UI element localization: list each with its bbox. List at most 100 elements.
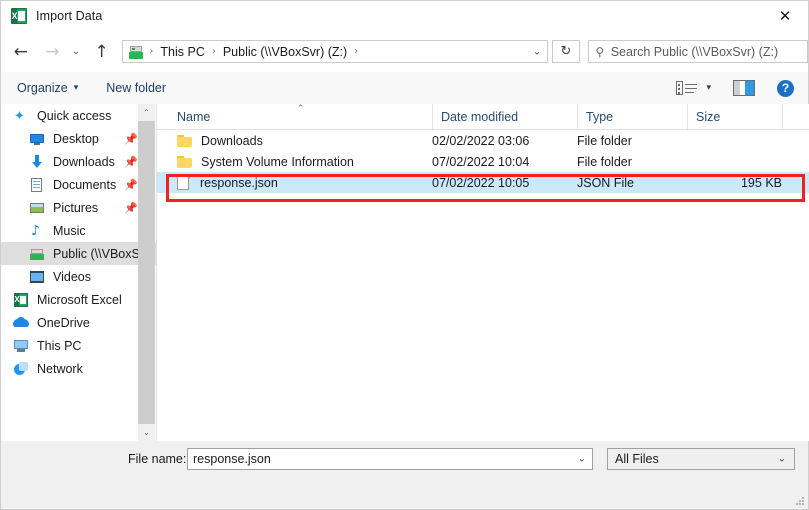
documents-icon bbox=[29, 177, 45, 193]
organize-button[interactable]: Organize ▾ bbox=[17, 72, 78, 104]
breadcrumb-public-drive[interactable]: Public (\\VBoxSvr) (Z:) bbox=[221, 45, 349, 59]
sidebar-item-label: Desktop bbox=[53, 131, 99, 146]
sidebar-item-label: Microsoft Excel bbox=[37, 292, 122, 307]
file-rows-container: Downloads 02/02/2022 03:06 File folder Syst… bbox=[157, 130, 809, 193]
file-name-cell: System Volume Information bbox=[177, 155, 354, 169]
table-row[interactable]: response.json 07/02/2022 10:05 JSON File 19… bbox=[157, 172, 809, 193]
breadcrumb-separator: › bbox=[354, 46, 359, 57]
preview-pane-icon[interactable] bbox=[733, 80, 755, 96]
breadcrumb-separator: › bbox=[211, 46, 216, 57]
file-type-select[interactable]: All Files ⌄ bbox=[607, 448, 795, 470]
column-header-size[interactable]: Size bbox=[687, 104, 782, 129]
excel-icon: X bbox=[11, 8, 27, 24]
desktop-icon bbox=[29, 131, 45, 147]
breadcrumb-separator: › bbox=[149, 46, 154, 57]
pin-icon[interactable]: 📌 bbox=[124, 178, 138, 191]
star-pin-icon: ✦ bbox=[14, 108, 25, 124]
type-cell: File folder bbox=[577, 154, 632, 169]
recent-locations-icon[interactable]: ⌄ bbox=[67, 39, 85, 65]
column-header-spacer bbox=[782, 104, 809, 129]
file-name-cell: Downloads bbox=[177, 134, 263, 148]
column-header-date-modified[interactable]: Date modified bbox=[432, 104, 577, 129]
sidebar-item-label: Downloads bbox=[53, 154, 115, 169]
file-name-input[interactable]: response.json ⌄ bbox=[187, 448, 593, 470]
scrollbar-thumb[interactable] bbox=[138, 121, 155, 424]
forward-icon[interactable]: → bbox=[40, 39, 66, 65]
file-name-text: Downloads bbox=[201, 133, 263, 148]
sidebar-item-downloads[interactable]: Downloads 📌 bbox=[1, 150, 156, 173]
chevron-down-icon[interactable]: ⌄ bbox=[578, 454, 586, 465]
sidebar-item-label: Quick access bbox=[37, 108, 112, 123]
sidebar-item-label: Pictures bbox=[53, 200, 99, 215]
search-icon: ⚲ bbox=[595, 44, 605, 59]
table-row[interactable]: Downloads 02/02/2022 03:06 File folder bbox=[157, 130, 809, 151]
search-box[interactable]: ⚲ Search Public (\\VBoxSvr) (Z:) bbox=[587, 40, 808, 63]
title-bar: X Import Data ✕ bbox=[1, 1, 808, 31]
scroll-down-icon[interactable]: ⌄ bbox=[138, 424, 155, 441]
sidebar-item-music[interactable]: ♪ Music bbox=[1, 219, 156, 242]
music-icon: ♪ bbox=[31, 222, 40, 239]
file-name-text: System Volume Information bbox=[201, 154, 354, 169]
sort-ascending-icon: ⌃ bbox=[297, 104, 305, 114]
sidebar-item-label: OneDrive bbox=[37, 315, 90, 330]
table-row[interactable]: System Volume Information 07/02/2022 10:0… bbox=[157, 151, 809, 172]
organize-label: Organize bbox=[17, 81, 68, 95]
column-header-name[interactable]: Name bbox=[157, 104, 432, 129]
date-modified-cell: 07/02/2022 10:04 bbox=[432, 154, 530, 169]
command-toolbar: Organize ▾ New folder ▾ ? bbox=[1, 72, 808, 105]
json-file-icon bbox=[177, 175, 190, 190]
up-icon[interactable]: ↑ bbox=[89, 39, 115, 65]
sidebar-item-desktop[interactable]: Desktop 📌 bbox=[1, 127, 156, 150]
toolbar-right-group: ▾ ? bbox=[676, 72, 808, 104]
pin-icon[interactable]: 📌 bbox=[124, 132, 138, 145]
sidebar-item-videos[interactable]: Videos bbox=[1, 265, 156, 288]
sidebar-item-label: Videos bbox=[53, 269, 91, 284]
server-drive-icon bbox=[128, 44, 144, 60]
sidebar-item-network[interactable]: Network bbox=[1, 357, 156, 380]
sidebar-item-label: This PC bbox=[37, 338, 82, 353]
chevron-down-icon[interactable]: ⌄ bbox=[533, 46, 541, 57]
file-list-pane: Name Date modified Type Size ⌃ Downloads… bbox=[156, 104, 809, 441]
sidebar-item-microsoft-excel[interactable]: X Microsoft Excel bbox=[1, 288, 156, 311]
date-modified-cell: 02/02/2022 03:06 bbox=[432, 133, 530, 148]
close-icon[interactable]: ✕ bbox=[762, 1, 808, 31]
date-modified-cell: 07/02/2022 10:05 bbox=[432, 175, 530, 190]
pin-icon[interactable]: 📌 bbox=[124, 155, 138, 168]
list-view-icon[interactable] bbox=[676, 80, 698, 96]
sidebar-scrollbar[interactable]: ⌃ ⌄ bbox=[138, 104, 155, 441]
type-cell: File folder bbox=[577, 133, 632, 148]
scroll-up-icon[interactable]: ⌃ bbox=[138, 104, 155, 121]
sidebar-item-public-vboxsv[interactable]: Public (\\VBoxSv bbox=[1, 242, 156, 265]
sidebar-item-onedrive[interactable]: OneDrive bbox=[1, 311, 156, 334]
sidebar-item-label: Documents bbox=[53, 177, 117, 192]
file-name-value: response.json bbox=[193, 452, 271, 466]
sidebar-item-quick-access[interactable]: ✦ Quick access bbox=[1, 104, 156, 127]
type-cell: JSON File bbox=[577, 175, 634, 190]
column-header-row: Name Date modified Type Size ⌃ bbox=[157, 104, 809, 130]
window-title: Import Data bbox=[36, 9, 103, 23]
sidebar-item-this-pc[interactable]: This PC bbox=[1, 334, 156, 357]
refresh-icon[interactable]: ↻ bbox=[552, 40, 580, 63]
sidebar-item-documents[interactable]: Documents 📌 bbox=[1, 173, 156, 196]
resize-grip[interactable] bbox=[795, 497, 805, 507]
new-folder-button[interactable]: New folder bbox=[106, 72, 166, 104]
sidebar-item-pictures[interactable]: Pictures 📌 bbox=[1, 196, 156, 219]
network-icon bbox=[13, 361, 29, 377]
sidebar-item-label: Public (\\VBoxSv bbox=[53, 246, 147, 261]
chevron-down-icon: ▾ bbox=[73, 83, 79, 93]
address-breadcrumb-bar[interactable]: › This PC › Public (\\VBoxSvr) (Z:) › ⌄ bbox=[122, 40, 549, 63]
help-icon[interactable]: ? bbox=[777, 79, 794, 97]
server-drive-icon bbox=[29, 246, 45, 262]
file-name-text: response.json bbox=[200, 175, 278, 190]
file-name-label: File name: bbox=[128, 452, 187, 466]
file-type-value: All Files bbox=[615, 452, 659, 466]
breadcrumb-this-pc[interactable]: This PC bbox=[158, 45, 206, 59]
back-icon[interactable]: ← bbox=[8, 39, 34, 65]
chevron-down-icon[interactable]: ⌄ bbox=[778, 454, 786, 465]
dialog-footer: File name: response.json ⌄ All Files ⌄ T… bbox=[1, 441, 808, 509]
chevron-down-icon[interactable]: ▾ bbox=[706, 83, 711, 93]
column-header-type[interactable]: Type bbox=[577, 104, 687, 129]
videos-icon bbox=[29, 269, 45, 285]
pin-icon[interactable]: 📌 bbox=[124, 201, 138, 214]
sidebar-item-label: Music bbox=[53, 223, 86, 238]
